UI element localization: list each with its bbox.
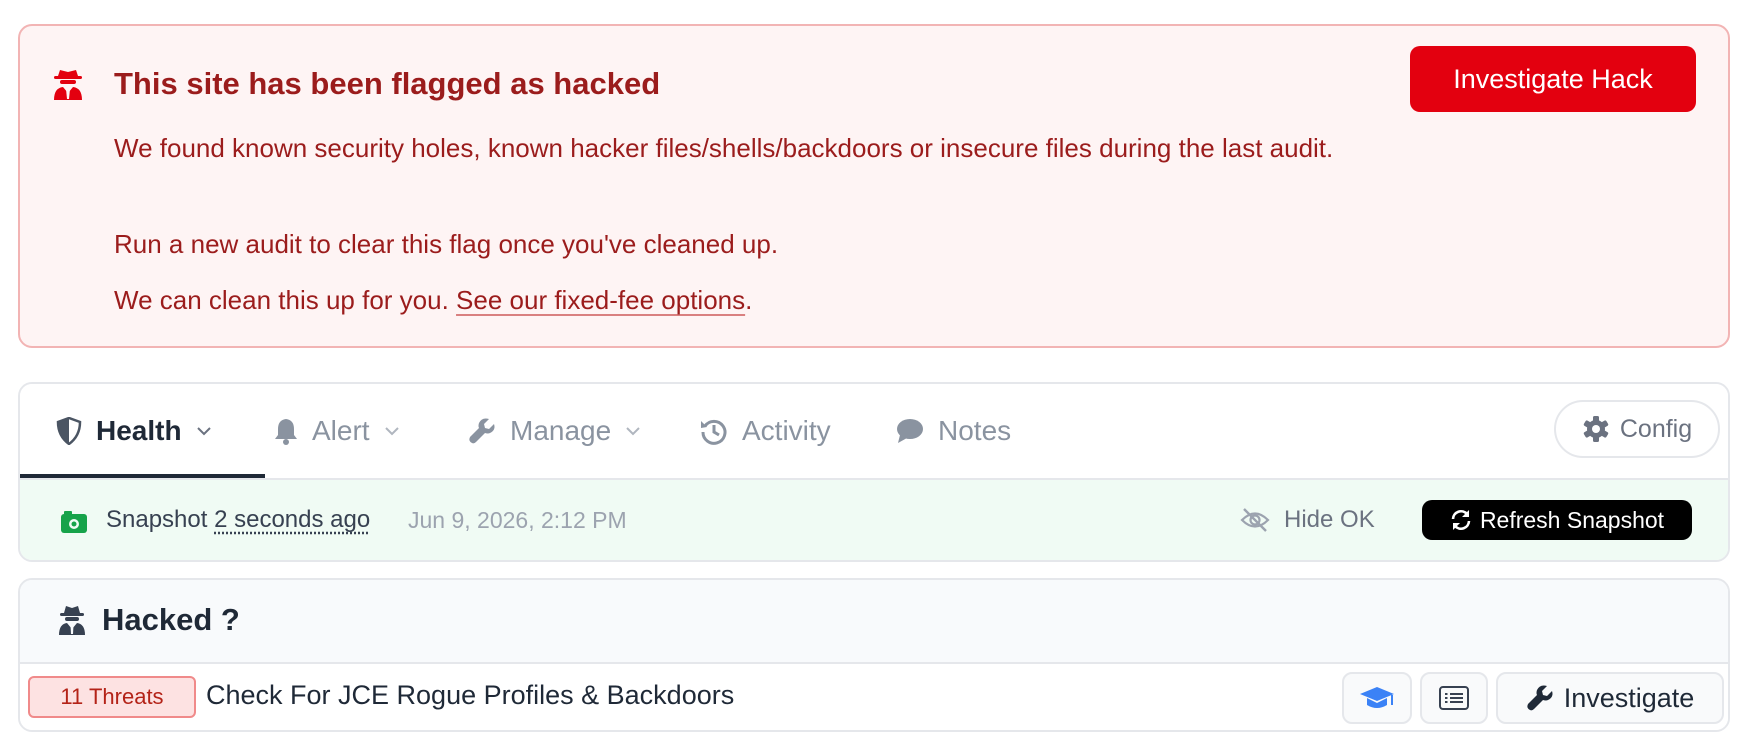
tab-notes[interactable]: Notes xyxy=(896,384,1011,478)
camera-icon xyxy=(61,511,87,533)
check-row-jce-rogue: 11 Threats Check For JCE Rogue Profiles … xyxy=(20,664,1728,730)
tab-manage-label: Manage xyxy=(510,415,612,446)
view-details-button[interactable] xyxy=(1420,672,1488,724)
comment-icon xyxy=(897,419,923,443)
bell-icon xyxy=(275,419,297,445)
snapshot-label: Snapshot 2 seconds ago xyxy=(106,506,370,534)
investigate-hack-button[interactable]: Investigate Hack xyxy=(1410,46,1696,112)
tab-notes-label: Notes xyxy=(938,415,1012,446)
learn-more-button[interactable] xyxy=(1342,672,1412,724)
active-tab-indicator xyxy=(20,474,265,478)
site-tabs-panel: Health Alert Manage Activity Notes Confi… xyxy=(18,382,1730,562)
eye-slash-icon xyxy=(1240,508,1270,532)
threat-count-badge: 11 Threats xyxy=(28,676,196,718)
fixed-fee-options-link[interactable]: See our fixed-fee options xyxy=(456,285,745,315)
refresh-icon xyxy=(1451,510,1471,530)
tab-alert-label: Alert xyxy=(312,415,370,446)
tab-bar: Health Alert Manage Activity Notes Confi… xyxy=(20,384,1728,480)
tab-health-label: Health xyxy=(96,415,182,446)
investigate-button[interactable]: Investigate xyxy=(1496,672,1724,724)
tab-health[interactable]: Health xyxy=(56,384,212,478)
user-secret-icon xyxy=(59,606,85,635)
hacked-check-panel: Hacked ? 11 Threats Check For JCE Rogue … xyxy=(18,578,1730,732)
shield-half-icon xyxy=(56,417,82,445)
hacked-panel-title: Hacked ? xyxy=(102,602,240,637)
investigate-label: Investigate xyxy=(1563,682,1695,713)
alert-message-rerun: Run a new audit to clear this flag once … xyxy=(114,229,779,259)
list-icon xyxy=(1439,686,1469,710)
hacked-alert-banner: This site has been flagged as hacked We … xyxy=(18,24,1730,348)
chevron-down-icon xyxy=(626,427,640,436)
wrench-icon xyxy=(1527,685,1553,711)
tab-alert[interactable]: Alert xyxy=(274,384,400,478)
alert-message-audit: We found known security holes, known hac… xyxy=(114,133,1334,163)
history-icon xyxy=(701,419,727,445)
check-label: Check For JCE Rogue Profiles & Backdoors xyxy=(206,680,735,710)
chevron-down-icon xyxy=(196,427,211,436)
tab-activity-label: Activity xyxy=(742,415,831,446)
graduation-cap-icon xyxy=(1360,687,1394,708)
snapshot-date: Jun 9, 2026, 2:12 PM xyxy=(408,507,627,533)
config-button[interactable]: Config xyxy=(1554,400,1720,458)
snapshot-text: Snapshot xyxy=(106,506,208,533)
config-label: Config xyxy=(1619,414,1693,443)
tab-manage[interactable]: Manage xyxy=(468,384,641,478)
refresh-snapshot-button[interactable]: Refresh Snapshot xyxy=(1422,500,1692,540)
hide-ok-label: Hide OK xyxy=(1284,506,1375,533)
alert-message-cleanup: We can clean this up for you. See our fi… xyxy=(114,280,1404,320)
cleanup-text: We can clean this up for you. xyxy=(114,285,457,315)
cleanup-period: . xyxy=(745,285,753,315)
refresh-snapshot-label: Refresh Snapshot xyxy=(1479,506,1665,533)
tab-activity[interactable]: Activity xyxy=(700,384,831,478)
hacked-panel-header: Hacked ? xyxy=(20,580,1728,664)
chevron-down-icon xyxy=(384,427,399,436)
snapshot-ago: 2 seconds ago xyxy=(214,506,371,533)
snapshot-bar: Snapshot 2 seconds ago Jun 9, 2026, 2:12… xyxy=(20,480,1728,560)
hacker-icon xyxy=(54,70,82,100)
alert-title: This site has been flagged as hacked xyxy=(114,66,661,101)
wrench-icon xyxy=(469,418,495,444)
gear-icon xyxy=(1583,416,1609,442)
hide-ok-toggle[interactable]: Hide OK xyxy=(1240,506,1375,534)
